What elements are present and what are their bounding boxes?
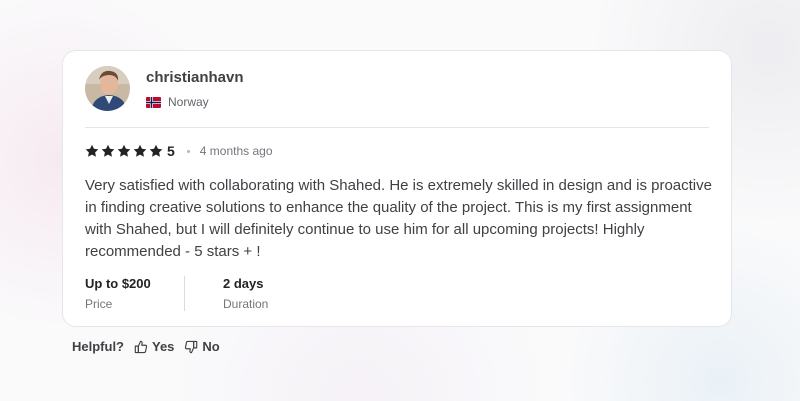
price-value: Up to $200 (85, 276, 151, 291)
star-icon (85, 144, 99, 157)
order-details: Up to $200 Price 2 days Duration (85, 276, 322, 311)
country-name: Norway (168, 95, 209, 109)
rating-row: 5 4 months ago (85, 143, 273, 159)
header-divider (85, 127, 709, 128)
avatar-photo (85, 66, 130, 111)
norway-flag-icon (146, 96, 161, 108)
duration-block: 2 days Duration (184, 276, 322, 311)
thumbs-down-icon (185, 340, 198, 353)
star-icon (149, 144, 163, 157)
helpful-no-label: No (202, 339, 220, 354)
star-rating (85, 144, 165, 158)
separator-dot (186, 149, 190, 153)
price-block: Up to $200 Price (85, 276, 184, 311)
helpful-yes-button[interactable]: Yes (134, 339, 174, 354)
duration-label: Duration (223, 297, 269, 311)
avatar[interactable] (85, 66, 130, 111)
helpful-no-button[interactable]: No (184, 339, 220, 354)
review-card: christianhavn Norway 5 4 months ago Very… (62, 50, 732, 327)
reviewer-country: Norway (146, 95, 209, 109)
rating-value: 5 (167, 143, 175, 159)
helpful-yes-label: Yes (152, 339, 175, 354)
star-icon (117, 144, 131, 157)
review-time-ago: 4 months ago (199, 144, 273, 158)
helpful-feedback: Helpful? Yes No (72, 339, 220, 354)
duration-value: 2 days (223, 276, 264, 291)
thumbs-up-icon (134, 340, 148, 353)
star-icon (133, 144, 147, 157)
helpful-label: Helpful? (72, 339, 124, 354)
review-text: Very satisfied with collaborating with S… (85, 177, 712, 260)
star-icon (101, 144, 115, 157)
price-label: Price (85, 297, 113, 311)
reviewer-username[interactable]: christianhavn (146, 69, 244, 86)
